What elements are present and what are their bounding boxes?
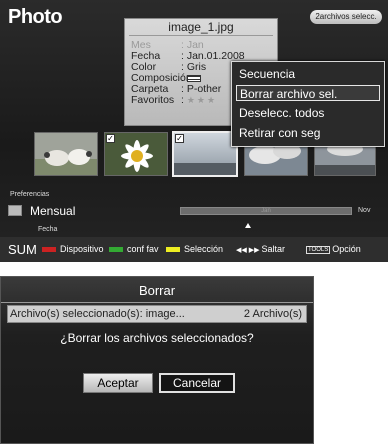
green-button-icon	[109, 247, 123, 253]
sort-mode-row[interactable]: Mensual Jan Nov	[8, 203, 384, 219]
info-key: Favoritos	[131, 94, 175, 106]
cancel-button[interactable]: Cancelar	[159, 373, 235, 393]
legend-selection: Selección	[166, 244, 223, 254]
yellow-button-icon	[166, 247, 180, 253]
legend-label: Opción	[332, 244, 361, 254]
favorite-stars-icon: ★★★	[186, 95, 218, 105]
thumbnail-sheep[interactable]	[34, 132, 98, 176]
preferences-label: Preferencias	[10, 191, 50, 198]
timeline-mid-label: Jan	[261, 208, 271, 214]
dialog-divider	[1, 302, 313, 303]
info-row-favorites: Favoritos: ★★★	[131, 95, 217, 106]
skip-arrows-icon: ◀◀ ▶▶	[236, 247, 260, 254]
selected-checkbox[interactable]: ✓	[106, 134, 115, 143]
legend-option: TOOLS Opción	[306, 244, 361, 254]
info-value: : P-other	[181, 83, 222, 95]
selected-checkbox[interactable]: ✓	[175, 134, 184, 143]
selection-count-badge: 2archivos selecc.	[310, 10, 382, 24]
delete-dialog: Borrar Archivo(s) seleccionado(s): image…	[0, 276, 314, 444]
info-value: :	[181, 94, 184, 106]
thumbnail-flower[interactable]: ✓	[104, 132, 168, 176]
legend-skip: ◀◀ ▶▶ Saltar	[236, 244, 285, 254]
photo-browser-screen: Photo 2archivos selecc. image_1.jpg Mes:…	[0, 0, 388, 262]
legend-label: Dispositivo	[60, 244, 104, 254]
red-button-icon	[42, 247, 56, 253]
menu-item-safe-remove[interactable]: Retirar con seg	[236, 125, 380, 141]
legend-label: Saltar	[261, 244, 285, 254]
selected-files-bar: Archivo(s) seleccionado(s): image... 2 A…	[7, 305, 307, 323]
confirm-question: ¿Borrar los archivos seleccionados?	[60, 331, 254, 345]
legend-fav: conf fav	[109, 244, 159, 254]
menu-item-delete-selected[interactable]: Borrar archivo sel.	[236, 85, 380, 101]
legend-device: Dispositivo	[42, 244, 104, 254]
timeline-bar[interactable]: Jan	[180, 207, 352, 215]
file-name: image_1.jpg	[168, 20, 234, 34]
composition-grid-icon	[186, 74, 201, 82]
remote-legend-bar: SUM Dispositivo conf fav Selección ◀◀ ▶▶…	[0, 237, 388, 262]
menu-item-sequence[interactable]: Secuencia	[236, 66, 380, 82]
context-menu: Secuencia Borrar archivo sel. Deselecc. …	[231, 61, 385, 147]
dialog-title: Borrar	[138, 283, 176, 298]
timeline-end-label: Nov	[358, 207, 371, 214]
menu-item-deselect-all[interactable]: Deselecc. todos	[236, 105, 380, 121]
accept-button[interactable]: Aceptar	[83, 373, 153, 393]
selected-files-count: 2 Archivo(s)	[243, 308, 302, 320]
legend-label: Selección	[184, 244, 224, 254]
screen-title: Photo	[8, 6, 63, 28]
tools-button-icon: TOOLS	[306, 245, 331, 254]
thumbnail-sky[interactable]: ✓	[172, 131, 238, 177]
selected-files-label: Archivo(s) seleccionado(s): image...	[10, 308, 185, 320]
sort-mode-caption: Fecha	[38, 226, 58, 233]
info-divider	[129, 35, 273, 36]
sort-mode-icon	[8, 205, 22, 216]
sum-label: SUM	[8, 242, 37, 257]
sheep-photo-icon	[35, 133, 97, 175]
sort-mode-label: Mensual	[30, 204, 76, 218]
legend-label: conf fav	[127, 244, 159, 254]
timeline-position-icon	[245, 223, 251, 228]
